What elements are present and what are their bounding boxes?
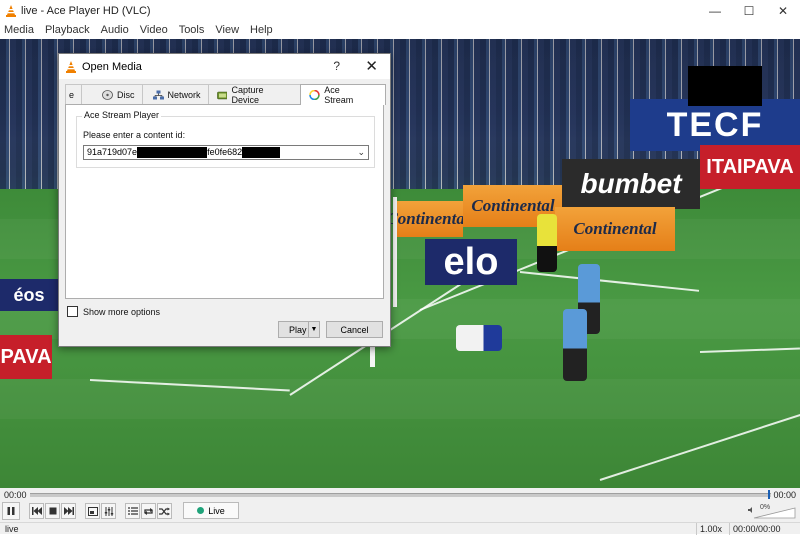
chevron-down-icon[interactable]: ⌄ — [357, 147, 365, 158]
player-controls: 00:00 00:00 Live 0% live 1.00x 00:00/00:… — [0, 488, 800, 535]
seek-bar[interactable] — [30, 493, 771, 497]
group-label: Ace Stream Player — [82, 110, 162, 120]
redacted-text — [242, 147, 281, 159]
play-button-label: Play — [289, 324, 307, 335]
tab-bar: e Disc Network Capture Device Ace Stream — [65, 84, 386, 105]
menu-media[interactable]: Media — [4, 24, 34, 36]
seek-handle[interactable] — [768, 490, 770, 499]
dialog-close-button[interactable]: ✕ — [365, 57, 378, 75]
next-icon — [63, 507, 74, 515]
menu-audio[interactable]: Audio — [101, 24, 129, 36]
tab-panel: Ace Stream Player Please enter a content… — [65, 104, 384, 299]
tab-label: Ace Stream — [324, 85, 354, 105]
tab-network[interactable]: Network — [141, 84, 209, 104]
ad-board-pava: PAVA — [0, 335, 52, 379]
dialog-title: Open Media — [82, 60, 142, 73]
goal-post — [393, 197, 397, 307]
ad-board-continental: Continental — [386, 201, 470, 237]
speaker-icon — [748, 507, 752, 513]
status-bar: live 1.00x 00:00/00:00 — [0, 522, 800, 535]
capture-device-icon — [216, 91, 228, 99]
tab-capture-device[interactable]: Capture Device — [207, 84, 302, 105]
ad-board-itaipava: ITAIPAVA — [700, 145, 800, 189]
content-id-part2: fe0fe682 — [207, 146, 243, 157]
menu-tools[interactable]: Tools — [179, 24, 205, 36]
ace-stream-group: Ace Stream Player Please enter a content… — [76, 110, 375, 168]
show-more-options-checkbox[interactable] — [67, 306, 78, 317]
player-white — [456, 325, 502, 351]
ad-board-left: éos — [0, 279, 58, 311]
network-icon — [152, 90, 164, 99]
title-bar: live - Ace Player HD (VLC) — ☐ ✕ — [0, 0, 800, 21]
ace-stream-icon — [309, 90, 320, 100]
ad-board-bumbet: bumbet — [562, 159, 700, 209]
player-blue — [563, 309, 587, 381]
redacted-text — [137, 147, 208, 159]
menu-playback[interactable]: Playback — [45, 24, 90, 36]
close-button[interactable]: ✕ — [766, 0, 800, 21]
play-button[interactable]: Play ▼ — [278, 321, 320, 338]
tab-label: Network — [167, 89, 201, 100]
tab-disc[interactable]: Disc — [81, 84, 143, 104]
pause-button[interactable] — [2, 502, 20, 520]
status-text: live — [5, 524, 19, 534]
tab-label: Disc — [117, 89, 135, 100]
tab-label: e — [69, 89, 75, 100]
status-time: 00:00/00:00 — [733, 524, 781, 534]
content-id-value: 91a719d07e fe0fe682 — [87, 146, 281, 159]
live-label: Live — [208, 505, 225, 516]
total-time: 00:00 — [773, 490, 796, 500]
menu-view[interactable]: View — [215, 24, 239, 36]
ad-board-tec: TECF — [630, 99, 800, 151]
show-more-options-row[interactable]: Show more options — [67, 306, 160, 317]
cancel-button[interactable]: Cancel — [326, 321, 383, 338]
shuffle-icon — [159, 507, 170, 515]
help-button[interactable]: ? — [333, 59, 340, 73]
window-title: live - Ace Player HD (VLC) — [21, 4, 151, 17]
vlc-cone-icon — [6, 4, 16, 17]
playlist-button[interactable] — [125, 503, 140, 519]
volume-slider[interactable] — [748, 502, 796, 520]
ad-board-elo: elo — [425, 239, 517, 285]
extended-settings-button[interactable] — [101, 503, 116, 519]
equalizer-icon — [104, 506, 113, 516]
live-button[interactable]: Live — [183, 502, 239, 519]
menu-video[interactable]: Video — [140, 24, 168, 36]
content-id-label: Please enter a content id: — [83, 130, 186, 140]
fullscreen-icon — [87, 506, 98, 516]
play-dropdown-arrow-icon[interactable]: ▼ — [308, 322, 319, 337]
ad-board-continental: Continental — [555, 207, 675, 251]
loop-icon — [144, 507, 153, 515]
previous-icon — [31, 507, 42, 515]
vlc-cone-icon — [66, 60, 76, 73]
menu-help[interactable]: Help — [250, 24, 273, 36]
stop-button[interactable] — [45, 503, 60, 519]
tab-label: Capture Device — [231, 84, 264, 105]
playback-speed[interactable]: 1.00x — [700, 524, 722, 534]
minimize-button[interactable]: — — [698, 0, 732, 21]
dialog-title-bar: Open Media ? ✕ — [59, 54, 390, 79]
playlist-icon — [127, 507, 138, 515]
loop-button[interactable] — [141, 503, 156, 519]
redacted-overlay — [688, 66, 762, 106]
open-media-dialog: Open Media ? ✕ e Disc Network Capture De… — [58, 53, 391, 347]
tab-file[interactable]: e — [65, 84, 83, 104]
maximize-button[interactable]: ☐ — [732, 0, 766, 21]
player-referee — [537, 214, 557, 272]
content-id-part1: 91a719d07e — [87, 146, 138, 157]
next-button[interactable] — [61, 503, 76, 519]
elapsed-time: 00:00 — [4, 490, 27, 500]
shuffle-button[interactable] — [157, 503, 172, 519]
pause-icon — [7, 507, 15, 515]
disc-icon — [102, 89, 113, 100]
fullscreen-button[interactable] — [85, 503, 100, 519]
tab-ace-stream[interactable]: Ace Stream — [300, 84, 386, 105]
live-indicator-icon — [197, 507, 205, 514]
stop-icon — [49, 507, 56, 515]
content-id-combobox[interactable]: 91a719d07e fe0fe682 ⌄ — [83, 145, 369, 160]
previous-button[interactable] — [29, 503, 44, 519]
menu-bar: Media Playback Audio Video Tools View He… — [0, 21, 800, 39]
show-more-options-label: Show more options — [83, 306, 161, 317]
